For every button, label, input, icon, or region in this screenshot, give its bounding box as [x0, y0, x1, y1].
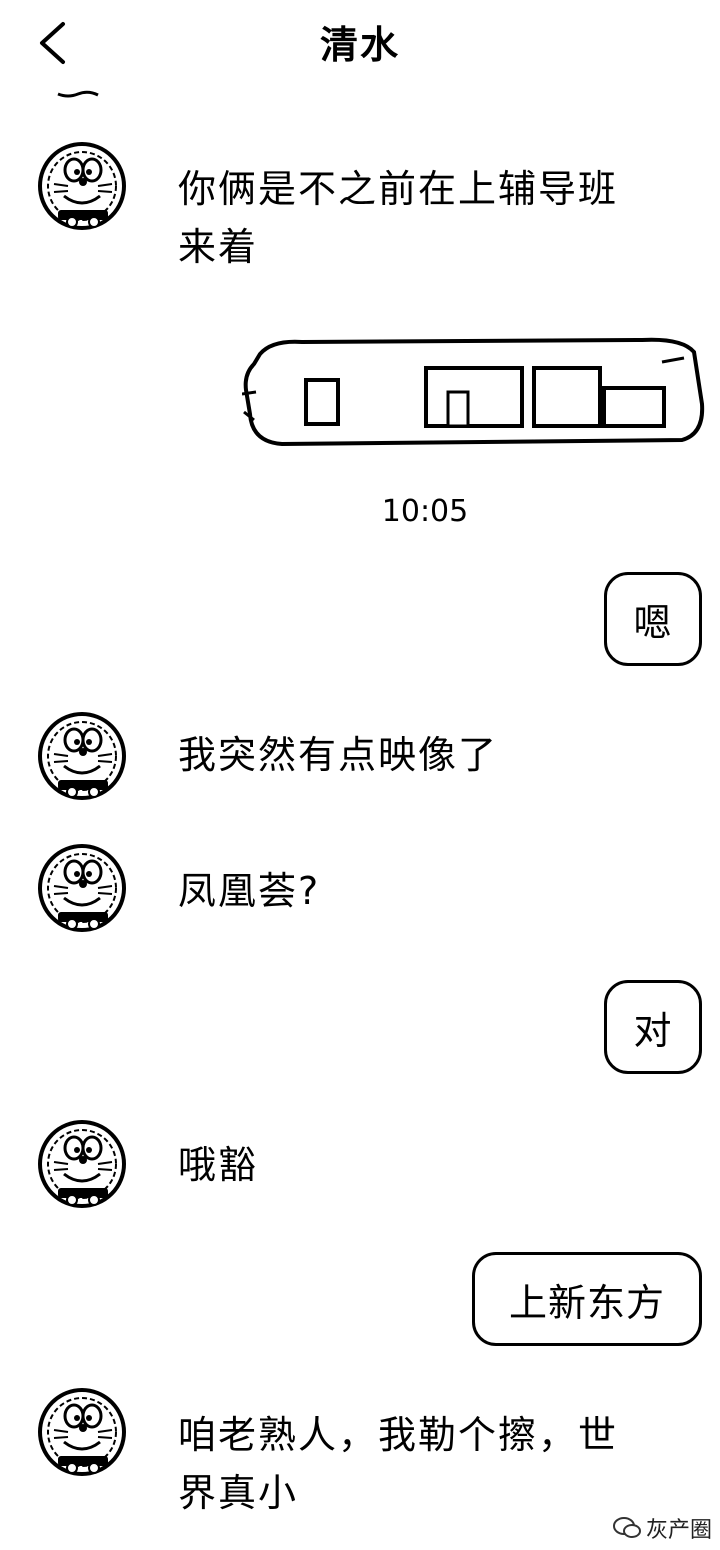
message-text: 对 [633, 1008, 673, 1053]
message-text: 嗯 [633, 600, 673, 645]
doraemon-avatar-icon[interactable] [34, 842, 130, 938]
clipped-message-remnant [57, 90, 99, 98]
chat-title: 清水 [319, 23, 400, 67]
message-text: 上新东方 [508, 1280, 665, 1325]
wechat-icon [612, 1517, 641, 1538]
watermark: 灰产圈 [612, 1512, 712, 1544]
message-text: 我突然有点映像了 [178, 733, 499, 777]
doraemon-avatar-icon[interactable] [34, 140, 130, 236]
message-bubble-right[interactable]: 嗯 [604, 572, 702, 666]
chat-header: 清水 [0, 0, 720, 86]
watermark-text: 灰产圈 [645, 1518, 712, 1543]
message-text: 你俩是不之前在上辅导班 来着 [178, 167, 619, 269]
hand-drawn-sticker[interactable] [242, 334, 706, 450]
doraemon-avatar-icon[interactable] [34, 1118, 130, 1214]
message-text: 哦豁 [178, 1143, 259, 1187]
message-bubble-right[interactable]: 对 [604, 980, 702, 1074]
message-text: 凤凰荟? [178, 869, 321, 913]
message-text: 咱老熟人，我勒个擦，世 界真小 [178, 1413, 619, 1515]
message-bubble-right[interactable]: 上新东方 [472, 1252, 702, 1346]
doraemon-avatar-icon[interactable] [34, 1386, 130, 1482]
timestamp: 10:05 [381, 494, 469, 529]
doraemon-avatar-icon[interactable] [34, 710, 130, 806]
